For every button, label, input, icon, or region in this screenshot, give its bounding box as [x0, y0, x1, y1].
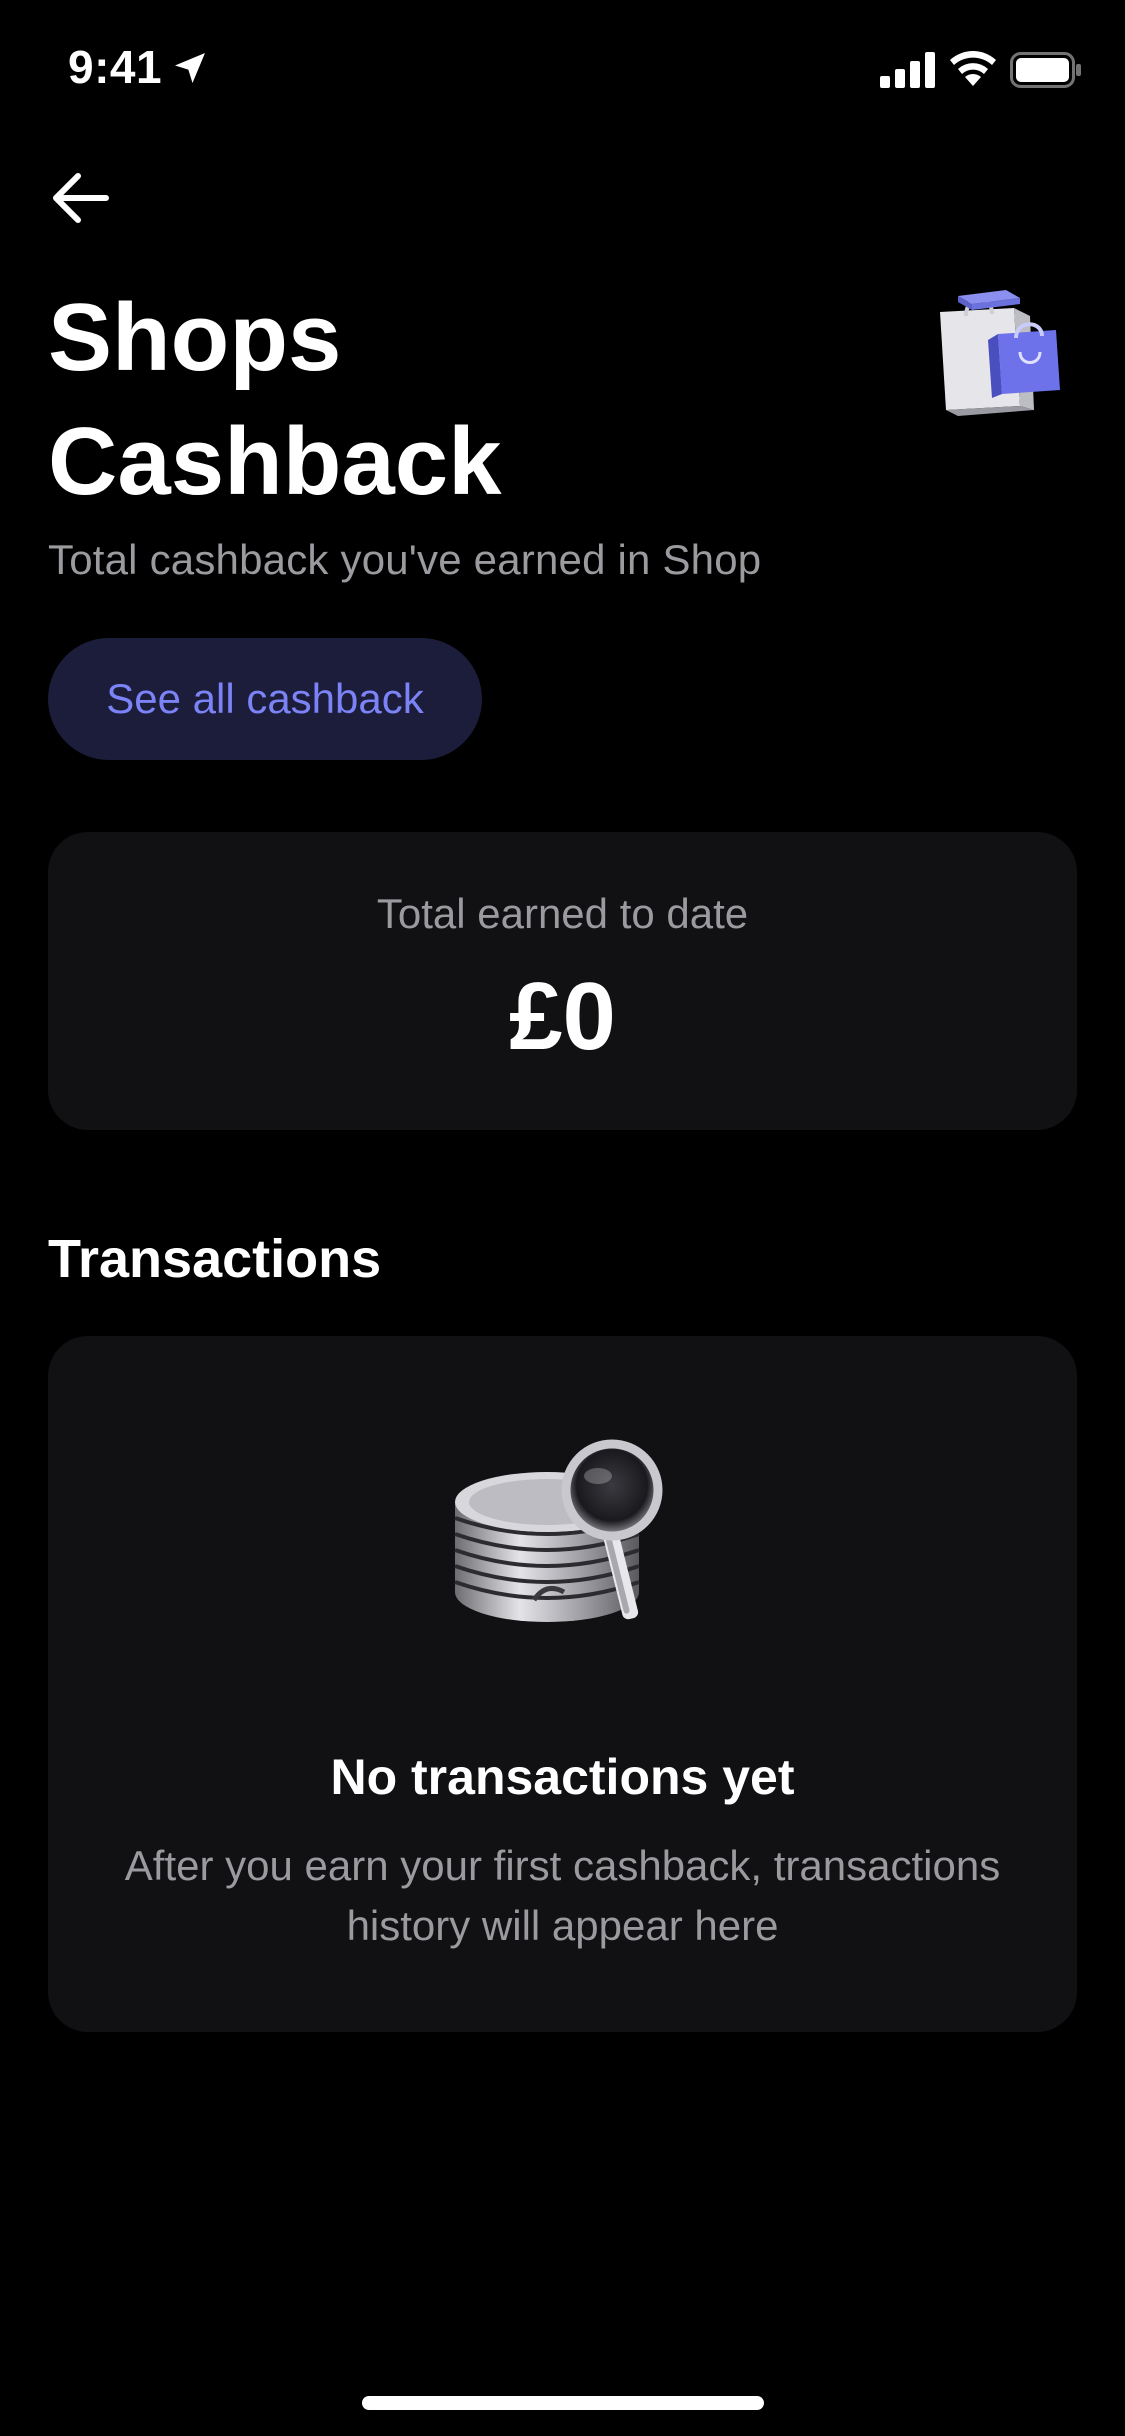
- cellular-signal-icon: [880, 52, 935, 88]
- page-title-line1: Shops: [48, 284, 342, 391]
- see-all-cashback-button[interactable]: See all cashback: [48, 638, 482, 760]
- home-indicator[interactable]: [362, 2396, 764, 2410]
- coins-magnifier-icon: [454, 1439, 663, 1622]
- total-earned-label: Total earned to date: [376, 890, 749, 937]
- page-title: Shops Cashback: [48, 276, 848, 524]
- empty-state-title: No transactions yet: [330, 1749, 795, 1805]
- back-button[interactable]: [44, 166, 116, 230]
- transactions-empty-state: No transactions yet After you earn your …: [48, 1336, 1077, 2032]
- shopping-bags-icon: [940, 290, 1060, 416]
- page-title-line2: Cashback: [48, 408, 502, 515]
- page-subtitle: Total cashback you've earned in Shop: [48, 536, 762, 583]
- arrow-left-icon: [53, 173, 109, 223]
- total-earned-card: Total earned to date £0: [48, 832, 1077, 1130]
- wifi-icon: [950, 51, 996, 86]
- location-arrow-icon: [175, 53, 205, 83]
- status-bar: 9:41: [0, 0, 1125, 140]
- transactions-section-title: Transactions: [48, 1229, 382, 1289]
- status-time: 9:41: [68, 41, 163, 93]
- battery-icon: [1010, 52, 1081, 88]
- empty-state-description: After you earn your first cashback, tran…: [124, 1842, 1001, 1949]
- total-earned-value: £0: [509, 963, 616, 1070]
